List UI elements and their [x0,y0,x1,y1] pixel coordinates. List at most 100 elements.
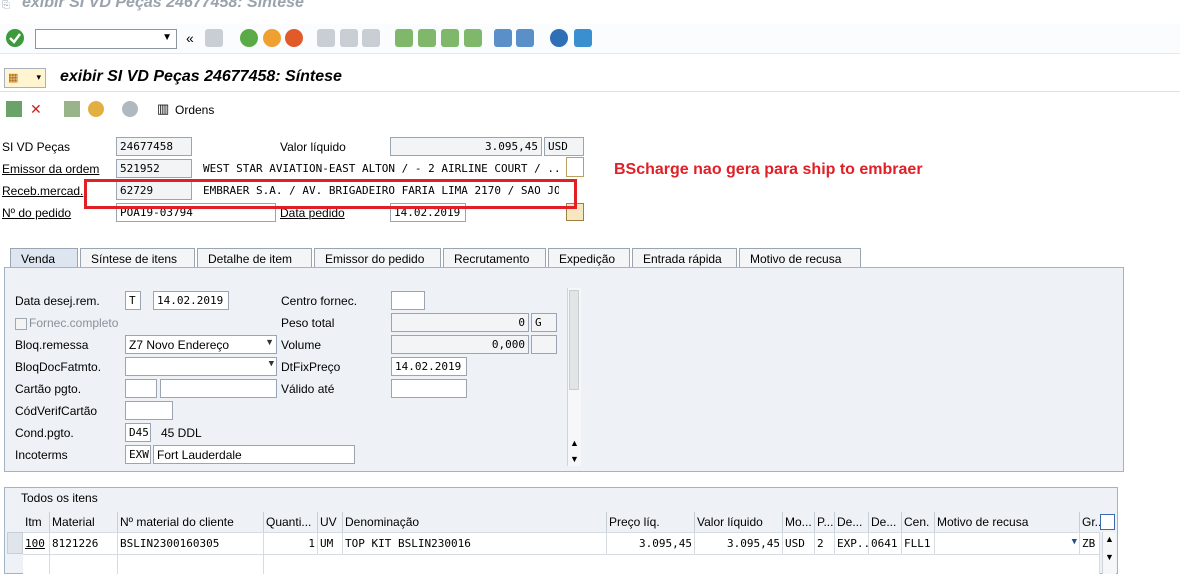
deliv-block-select[interactable]: Z7 Novo Endereço ▼ [125,335,277,354]
weight-field[interactable]: 0 [391,313,529,332]
pricing-date-field[interactable]: 14.02.2019 [391,357,467,376]
cell-de-1[interactable]: EXP... [835,532,869,554]
si-number-field[interactable]: 24677458 [116,137,192,156]
cell-net-price[interactable]: 3.095,45 [607,532,695,554]
next-page-icon[interactable] [441,29,459,47]
col-header-material[interactable]: Material [50,512,118,532]
chevron-down-icon[interactable]: ▼ [269,359,274,369]
cell-net-value[interactable]: 3.095,45 [695,532,783,554]
col-header-customer-material[interactable]: Nº material do cliente [118,512,264,532]
document-flow-icon[interactable] [122,101,138,117]
col-header-de-2[interactable]: De... [869,512,902,532]
chevron-down-icon[interactable]: ▼ [265,337,274,347]
menu-icon[interactable]: ▦ ▾ [4,68,46,88]
cell-item[interactable]: 100 [23,532,50,554]
find-icon[interactable] [340,29,358,47]
new-session-icon[interactable] [494,29,512,47]
cell-group[interactable]: ZB [1080,532,1100,554]
net-value-field[interactable]: 3.095,45 [390,137,542,156]
cell-currency[interactable]: USD [783,532,815,554]
scroll-down-icon[interactable]: ▼ [1105,552,1114,562]
tab-detalhe-item[interactable]: Detalhe de item [197,248,312,268]
card-verif-field[interactable] [125,401,173,420]
cancel-item-icon[interactable]: ✕ [30,101,42,118]
sold-to-label[interactable]: Emissor da ordem [2,162,99,176]
partner-icon[interactable] [88,101,104,117]
cell-description[interactable]: TOP KIT BSLIN230016 [343,532,607,554]
tab-emissor-pedido[interactable]: Emissor do pedido [314,248,441,268]
tab-motivo-recusa[interactable]: Motivo de recusa [739,248,861,268]
table-scrollbar[interactable]: ▲ ▼ [1102,532,1116,574]
scroll-down-icon[interactable]: ▼ [570,454,579,464]
col-header-rejection[interactable]: Motivo de recusa [935,512,1080,532]
sold-to-id-field[interactable]: 521952 [116,159,192,178]
payment-card-type-field[interactable] [125,379,157,398]
tab-recrutamento[interactable]: Recrutamento [443,248,546,268]
orders-button[interactable]: Ordens [175,103,214,117]
payment-card-number-field[interactable] [160,379,277,398]
req-deliv-date-field[interactable]: 14.02.2019 [153,291,229,310]
col-header-uom[interactable]: UV [318,512,343,532]
col-header-quantity[interactable]: Quanti... [264,512,318,532]
req-deliv-type-field[interactable]: T [125,291,141,310]
cell-rejection[interactable]: ▼ [935,532,1080,554]
table-settings-icon[interactable] [1100,514,1115,530]
cell-customer-material[interactable]: BSLIN2300160305 [118,532,264,554]
tab-entrada-rapida[interactable]: Entrada rápida [632,248,737,268]
first-page-icon[interactable] [395,29,413,47]
po-number-label[interactable]: Nº do pedido [2,206,71,220]
incoterms-place-field[interactable]: Fort Lauderdale [153,445,355,464]
scrollbar-thumb[interactable] [569,290,579,390]
empty-row-cell[interactable] [23,554,50,574]
empty-row-cell[interactable] [118,554,264,574]
cell-de-2[interactable]: 0641 [869,532,902,554]
volume-field[interactable]: 0,000 [391,335,529,354]
tab-expedicao[interactable]: Expedição [548,248,630,268]
col-header-net-price[interactable]: Preço líq. [607,512,695,532]
empty-row-cell[interactable] [264,554,1100,574]
row-selector[interactable] [7,532,23,554]
cell-p[interactable]: 2 [815,532,835,554]
back-icon[interactable] [240,29,258,47]
cancel-icon[interactable] [285,29,303,47]
orders-icon[interactable]: ▥ [157,101,169,117]
shortcut-icon[interactable] [516,29,534,47]
print-icon[interactable] [317,29,335,47]
command-field[interactable]: ▼ [35,29,177,49]
layout-settings-icon[interactable] [574,29,592,47]
ship-to-label[interactable]: Receb.mercad. [2,184,83,198]
document-icon[interactable] [566,157,584,177]
col-header-group[interactable]: Gr... [1080,512,1102,532]
incoterms-code-field[interactable]: EXW [125,445,151,464]
previous-page-icon[interactable] [418,29,436,47]
exit-icon[interactable] [263,29,281,47]
collapse-icon[interactable]: « [186,30,194,46]
currency-field[interactable]: USD [544,137,584,156]
cell-plant[interactable]: FLL1 [902,532,935,554]
display-change-icon[interactable] [6,101,22,117]
cell-uom[interactable]: UM [318,532,343,554]
last-page-icon[interactable] [464,29,482,47]
col-header-plant[interactable]: Cen. [902,512,935,532]
billing-block-select[interactable]: ▼ [125,357,277,376]
col-header-item[interactable]: Itm [23,512,50,532]
weight-unit-field[interactable]: G [531,313,557,332]
save-icon[interactable] [205,29,223,47]
valid-to-field[interactable] [391,379,467,398]
scroll-up-icon[interactable]: ▲ [570,438,579,448]
find-next-icon[interactable] [362,29,380,47]
plant-field[interactable] [391,291,425,310]
chevron-down-icon[interactable]: ▼ [1072,537,1077,547]
tab-sintese-itens[interactable]: Síntese de itens [80,248,195,268]
col-header-currency[interactable]: Mo... [783,512,815,532]
payment-terms-field[interactable]: D45 [125,423,151,442]
col-header-de-1[interactable]: De... [835,512,869,532]
chevron-down-icon[interactable]: ▼ [162,32,172,43]
scroll-up-icon[interactable]: ▲ [1105,534,1114,544]
col-header-p[interactable]: P... [815,512,835,532]
volume-unit-field[interactable] [531,335,557,354]
cell-quantity[interactable]: 1 [264,532,318,554]
enter-check-icon[interactable] [6,29,24,47]
col-header-net-value[interactable]: Valor líquido [695,512,783,532]
help-icon[interactable] [550,29,568,47]
